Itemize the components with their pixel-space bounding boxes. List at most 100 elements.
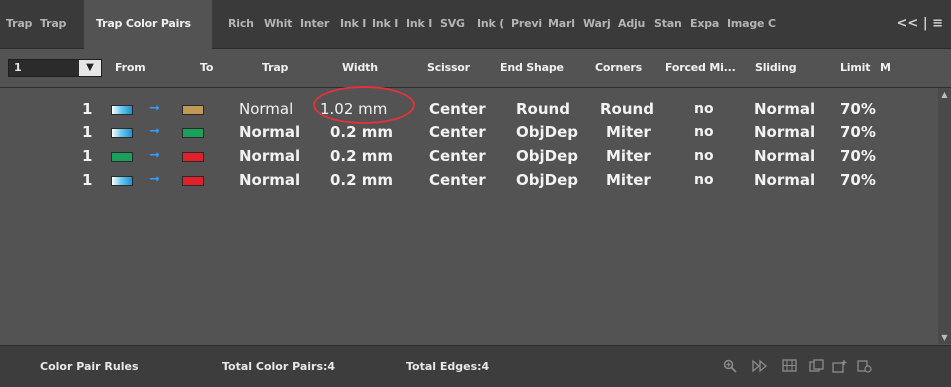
sliding-value[interactable]: Normal bbox=[754, 120, 815, 145]
arrow-right-icon: ➞ bbox=[149, 101, 160, 116]
forced-value[interactable]: no bbox=[694, 97, 714, 122]
new-icon[interactable] bbox=[832, 359, 848, 375]
end-shape-value[interactable]: ObjDep bbox=[516, 120, 578, 145]
panel-menu-controls[interactable]: << | ≡ bbox=[897, 0, 943, 48]
tab-ink-3[interactable]: Ink I bbox=[406, 0, 434, 48]
tab-bar: Trap Trap Trap Color Pairs Rich Whit Int… bbox=[0, 0, 951, 49]
tab-warj[interactable]: Warj bbox=[583, 0, 613, 48]
col-corners[interactable]: Corners bbox=[595, 49, 642, 87]
total-edges-label: Total Edges:4 bbox=[406, 360, 490, 373]
scissor-value[interactable]: Center bbox=[429, 120, 486, 145]
zoom-icon[interactable] bbox=[722, 359, 738, 375]
sliding-value[interactable]: Normal bbox=[754, 97, 815, 122]
width-value[interactable]: 0.2 mm bbox=[330, 144, 393, 169]
tab-whit[interactable]: Whit bbox=[264, 0, 294, 48]
trap-value[interactable]: Normal bbox=[239, 168, 300, 193]
tab-expa[interactable]: Expa bbox=[690, 0, 722, 48]
scissor-value[interactable]: Center bbox=[429, 97, 486, 122]
forced-value[interactable]: no bbox=[694, 120, 714, 145]
to-color-swatch[interactable] bbox=[182, 152, 204, 162]
from-color-swatch[interactable] bbox=[111, 176, 133, 186]
arrow-right-icon: ➞ bbox=[149, 124, 160, 139]
index-dropdown[interactable]: 1 ▼ bbox=[8, 59, 102, 77]
tab-trap-1[interactable]: Trap bbox=[6, 0, 34, 48]
row-index: 1 bbox=[82, 171, 93, 189]
scissor-value[interactable]: Center bbox=[429, 168, 486, 193]
corners-value[interactable]: Round bbox=[600, 97, 654, 122]
vertical-scrollbar[interactable]: ▲ ▼ bbox=[938, 88, 951, 344]
status-footer: Color Pair Rules Total Color Pairs:4 Tot… bbox=[0, 345, 951, 387]
corners-value[interactable]: Miter bbox=[606, 168, 651, 193]
row-index: 1 bbox=[82, 123, 93, 141]
chevron-down-icon[interactable]: ▼ bbox=[79, 60, 101, 76]
limit-value[interactable]: 70% bbox=[840, 97, 876, 122]
dropdown-value: 1 bbox=[14, 61, 22, 74]
to-color-swatch[interactable] bbox=[182, 105, 204, 115]
tab-ink-2[interactable]: Ink I bbox=[372, 0, 400, 48]
table-row[interactable]: 1 ➞ Normal 1.02 mm Center Round Round no… bbox=[12, 97, 938, 122]
tab-trap-2[interactable]: Trap bbox=[40, 0, 68, 48]
total-color-pairs-label: Total Color Pairs:4 bbox=[222, 360, 336, 373]
tab-svg[interactable]: SVG bbox=[440, 0, 470, 48]
tab-image-c[interactable]: Image C bbox=[727, 0, 782, 48]
delete-icon[interactable] bbox=[856, 359, 872, 375]
col-forced-miter[interactable]: Forced Mi... bbox=[665, 49, 740, 87]
tab-adju[interactable]: Adju bbox=[618, 0, 648, 48]
col-limit[interactable]: Limit bbox=[840, 49, 870, 87]
corners-value[interactable]: Miter bbox=[606, 144, 651, 169]
col-m[interactable]: M bbox=[880, 49, 891, 87]
col-from[interactable]: From bbox=[115, 49, 146, 87]
highlight-annotation bbox=[313, 86, 415, 124]
col-sliding[interactable]: Sliding bbox=[755, 49, 797, 87]
limit-value[interactable]: 70% bbox=[840, 168, 876, 193]
row-index: 1 bbox=[82, 100, 93, 118]
arrow-right-icon: ➞ bbox=[149, 172, 160, 187]
table-row[interactable]: 1 ➞ Normal 0.2 mm Center ObjDep Miter no… bbox=[12, 168, 938, 193]
table-header: 1 ▼ From To Trap Width Scissor End Shape… bbox=[0, 49, 951, 88]
scroll-down-icon[interactable]: ▼ bbox=[938, 331, 951, 344]
trap-color-pairs-panel: Trap Trap Trap Color Pairs Rich Whit Int… bbox=[0, 0, 951, 387]
duplicate-icon[interactable] bbox=[808, 359, 824, 375]
to-color-swatch[interactable] bbox=[182, 128, 204, 138]
col-trap[interactable]: Trap bbox=[262, 49, 288, 87]
sliding-value[interactable]: Normal bbox=[754, 144, 815, 169]
limit-value[interactable]: 70% bbox=[840, 144, 876, 169]
color-pair-rules-label[interactable]: Color Pair Rules bbox=[40, 346, 139, 387]
tab-ink-1[interactable]: Ink I bbox=[340, 0, 368, 48]
col-scissor[interactable]: Scissor bbox=[427, 49, 470, 87]
sliding-value[interactable]: Normal bbox=[754, 168, 815, 193]
scissor-value[interactable]: Center bbox=[429, 144, 486, 169]
tab-stan[interactable]: Stan bbox=[654, 0, 686, 48]
trap-value[interactable]: Normal bbox=[239, 120, 300, 145]
table-row[interactable]: 1 ➞ Normal 0.2 mm Center ObjDep Miter no… bbox=[12, 144, 938, 169]
tab-trap-color-pairs[interactable]: Trap Color Pairs bbox=[84, 0, 212, 49]
col-end-shape[interactable]: End Shape bbox=[500, 49, 564, 87]
tab-rich[interactable]: Rich bbox=[228, 0, 260, 48]
col-to[interactable]: To bbox=[200, 49, 213, 87]
end-shape-value[interactable]: ObjDep bbox=[516, 168, 578, 193]
row-index: 1 bbox=[82, 147, 93, 165]
from-color-swatch[interactable] bbox=[111, 105, 133, 115]
tab-ink-4[interactable]: Ink ( bbox=[477, 0, 505, 48]
limit-value[interactable]: 70% bbox=[840, 120, 876, 145]
forced-value[interactable]: no bbox=[694, 144, 714, 169]
end-shape-value[interactable]: ObjDep bbox=[516, 144, 578, 169]
scroll-up-icon[interactable]: ▲ bbox=[938, 88, 951, 101]
tab-marl[interactable]: Marl bbox=[548, 0, 578, 48]
corners-value[interactable]: Miter bbox=[606, 120, 651, 145]
col-width[interactable]: Width bbox=[342, 49, 378, 87]
from-color-swatch[interactable] bbox=[111, 152, 133, 162]
forced-value[interactable]: no bbox=[694, 168, 714, 193]
arrow-right-icon: ➞ bbox=[149, 148, 160, 163]
end-shape-value[interactable]: Round bbox=[516, 97, 570, 122]
tab-inter[interactable]: Inter bbox=[300, 0, 333, 48]
trap-value[interactable]: Normal bbox=[239, 144, 300, 169]
to-color-swatch[interactable] bbox=[182, 176, 204, 186]
table-row[interactable]: 1 ➞ Normal 0.2 mm Center ObjDep Miter no… bbox=[12, 120, 938, 145]
tab-previ[interactable]: Previ bbox=[511, 0, 543, 48]
from-color-swatch[interactable] bbox=[111, 128, 133, 138]
play-forward-icon[interactable] bbox=[752, 359, 768, 375]
width-value[interactable]: 0.2 mm bbox=[330, 168, 393, 193]
grid-icon[interactable] bbox=[781, 359, 797, 375]
trap-value[interactable]: Normal bbox=[239, 97, 293, 122]
